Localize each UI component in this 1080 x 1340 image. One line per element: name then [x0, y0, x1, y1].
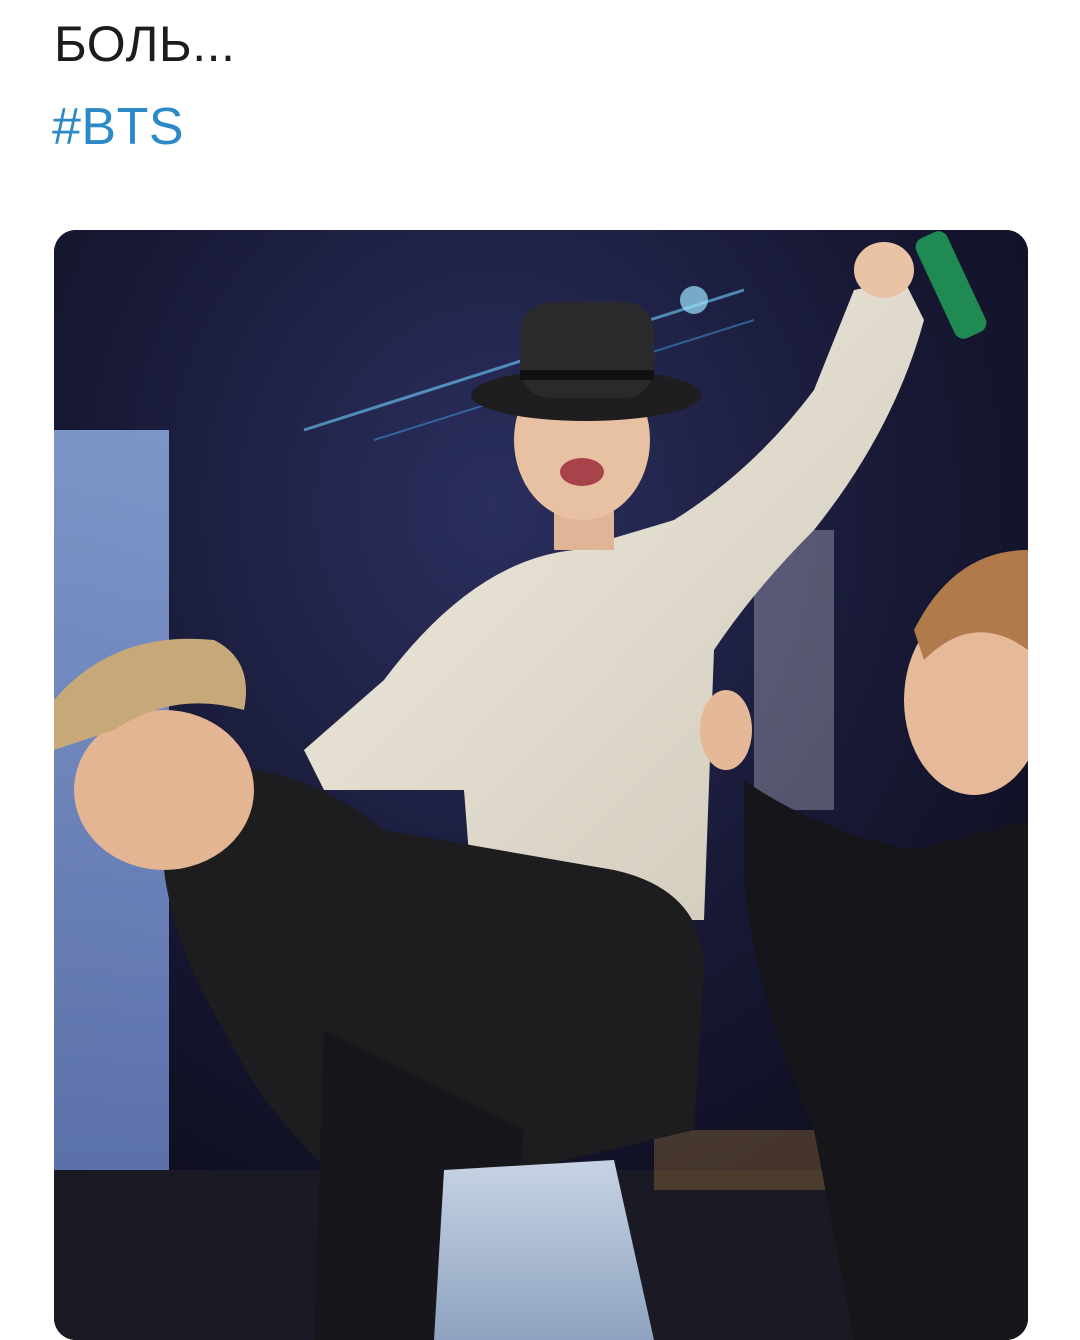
tweet-text: БОЛЬ...	[54, 16, 236, 72]
hashtag-link[interactable]: #BTS	[52, 96, 184, 158]
tweet-photo[interactable]	[54, 230, 1028, 1340]
concert-photo	[54, 230, 1028, 1340]
